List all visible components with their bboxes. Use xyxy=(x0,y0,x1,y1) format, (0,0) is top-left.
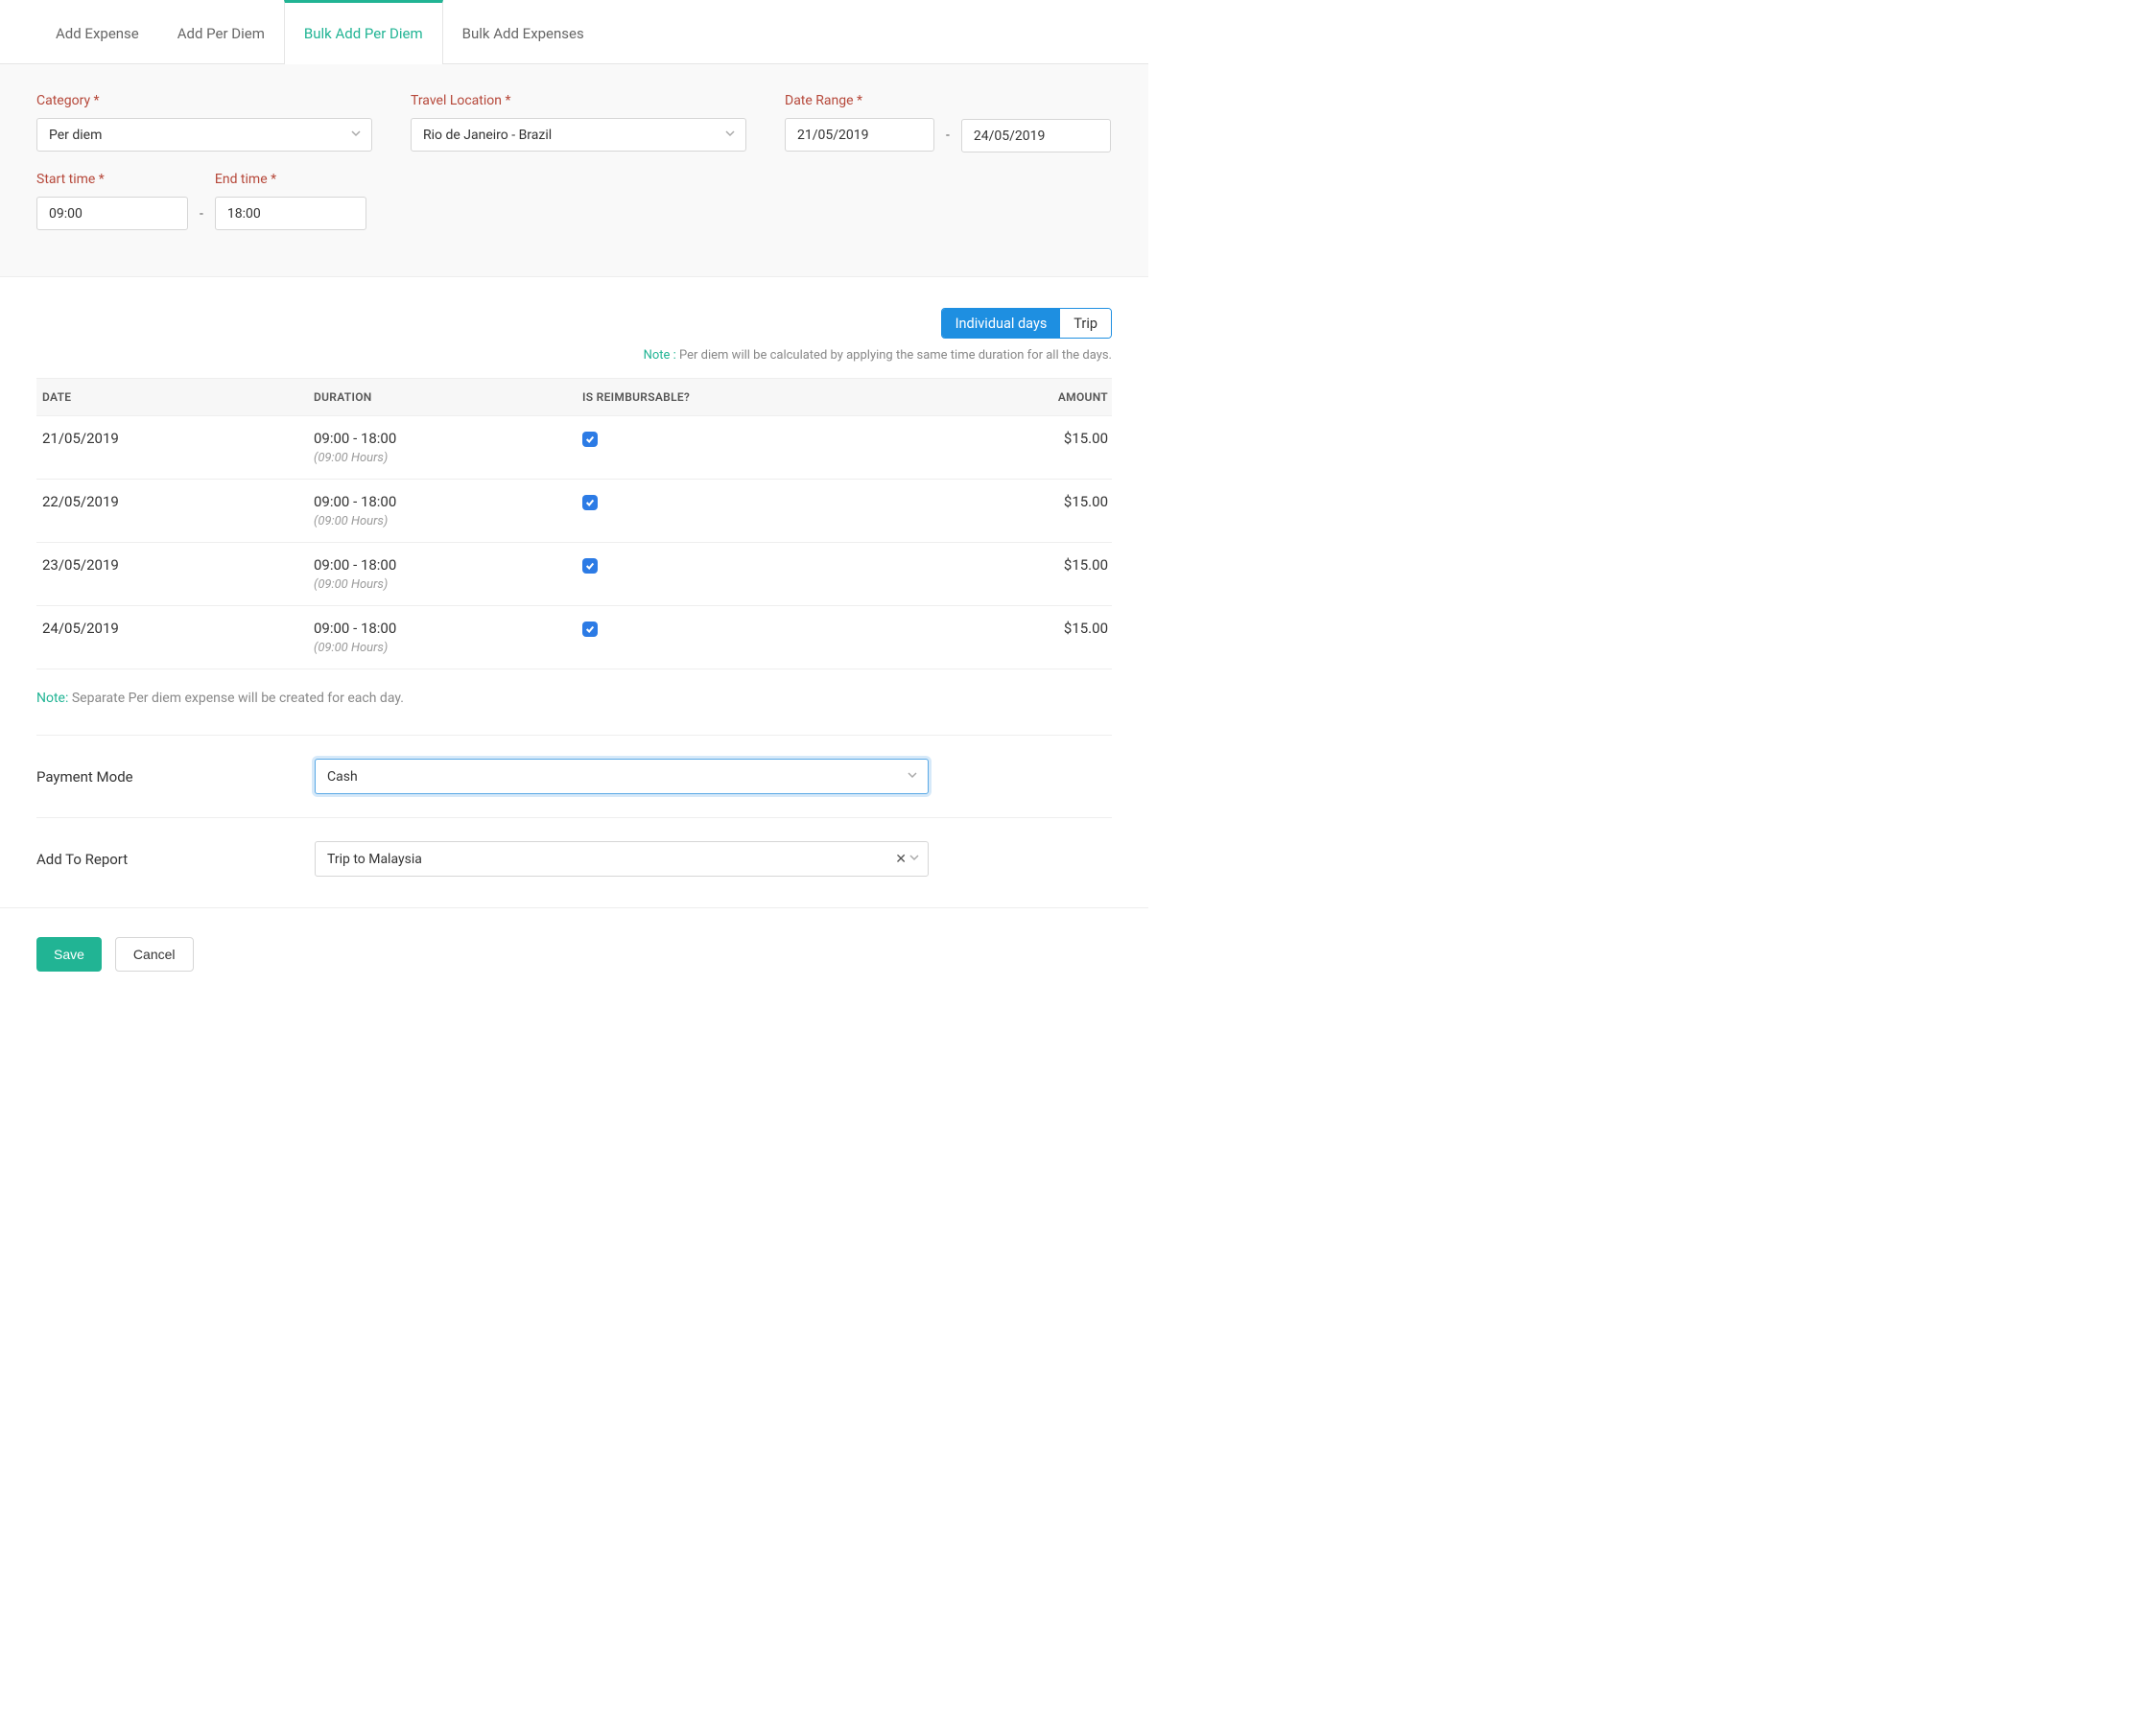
cell-date: 24/05/2019 xyxy=(36,620,308,637)
date-range-end-value: 24/05/2019 xyxy=(974,129,1046,144)
reimbursable-checkbox[interactable] xyxy=(582,495,598,510)
start-time-input[interactable]: 09:00 xyxy=(36,197,188,230)
table-row: 21/05/2019 09:00 - 18:00 (09:00 Hours) $… xyxy=(36,416,1112,480)
date-range-end-input[interactable]: 24/05/2019 xyxy=(961,119,1111,152)
form-area: Category * Per diem Travel Location * Ri… xyxy=(0,64,1148,277)
button-label: Save xyxy=(54,947,84,962)
chevron-down-icon xyxy=(907,769,918,785)
tab-label: Add Per Diem xyxy=(177,25,265,42)
actions-bar: Save Cancel xyxy=(0,907,1148,1000)
payment-mode-select[interactable]: Cash xyxy=(315,759,929,794)
cell-hours: (09:00 Hours) xyxy=(314,451,571,465)
save-button[interactable]: Save xyxy=(36,937,102,972)
add-to-report-label: Add To Report xyxy=(36,851,315,868)
cell-date: 22/05/2019 xyxy=(36,493,308,510)
note-top: Note : Per diem will be calculated by ap… xyxy=(36,348,1112,363)
add-to-report-value: Trip to Malaysia xyxy=(327,852,422,867)
category-label: Category * xyxy=(36,93,372,108)
tab-add-per-diem[interactable]: Add Per Diem xyxy=(158,0,284,63)
cancel-button[interactable]: Cancel xyxy=(115,937,194,972)
tab-label: Bulk Add Expenses xyxy=(462,25,584,42)
toggle-label: Individual days xyxy=(956,316,1048,332)
col-amount: AMOUNT xyxy=(979,390,1114,404)
table-header: DATE DURATION IS REIMBURSABLE? AMOUNT xyxy=(36,378,1112,416)
table-row: 24/05/2019 09:00 - 18:00 (09:00 Hours) $… xyxy=(36,606,1112,669)
travel-location-value: Rio de Janeiro - Brazil xyxy=(423,128,552,143)
cell-hours: (09:00 Hours) xyxy=(314,514,571,528)
view-toggle: Individual days Trip xyxy=(941,308,1112,339)
cell-amount: $15.00 xyxy=(979,556,1114,574)
category-value: Per diem xyxy=(49,128,102,143)
note-text: Separate Per diem expense will be create… xyxy=(68,691,404,706)
cell-date: 23/05/2019 xyxy=(36,556,308,574)
tab-bulk-add-per-diem[interactable]: Bulk Add Per Diem xyxy=(284,0,443,63)
table-row: 22/05/2019 09:00 - 18:00 (09:00 Hours) $… xyxy=(36,480,1112,543)
col-date: DATE xyxy=(36,390,308,404)
button-label: Cancel xyxy=(133,947,176,962)
cell-duration: 09:00 - 18:00 xyxy=(314,493,571,510)
reimbursable-checkbox[interactable] xyxy=(582,432,598,447)
toggle-trip[interactable]: Trip xyxy=(1060,309,1111,338)
reimbursable-checkbox[interactable] xyxy=(582,558,598,574)
reimbursable-checkbox[interactable] xyxy=(582,622,598,637)
range-separator: - xyxy=(944,128,952,143)
travel-location-label: Travel Location * xyxy=(411,93,746,108)
end-time-input[interactable]: 18:00 xyxy=(215,197,366,230)
toggle-individual-days[interactable]: Individual days xyxy=(942,309,1061,338)
col-duration: DURATION xyxy=(308,390,577,404)
cell-duration: 09:00 - 18:00 xyxy=(314,620,571,637)
col-reimbursable: IS REIMBURSABLE? xyxy=(577,390,979,404)
chevron-down-icon xyxy=(724,128,736,143)
cell-amount: $15.00 xyxy=(979,620,1114,637)
per-diem-table: DATE DURATION IS REIMBURSABLE? AMOUNT 21… xyxy=(36,378,1112,669)
tab-label: Bulk Add Per Diem xyxy=(304,25,423,42)
start-time-label: Start time * xyxy=(36,172,188,187)
tab-bulk-add-expenses[interactable]: Bulk Add Expenses xyxy=(443,0,603,63)
cell-amount: $15.00 xyxy=(979,493,1114,510)
cell-duration: 09:00 - 18:00 xyxy=(314,430,571,447)
chevron-down-icon xyxy=(350,128,362,143)
note-bottom: Note: Separate Per diem expense will be … xyxy=(36,691,1112,706)
cell-amount: $15.00 xyxy=(979,430,1114,447)
toggle-label: Trip xyxy=(1074,316,1097,332)
tabs-bar: Add Expense Add Per Diem Bulk Add Per Di… xyxy=(0,0,1148,64)
note-label: Note : xyxy=(644,348,679,363)
start-time-value: 09:00 xyxy=(49,206,83,222)
payment-mode-label: Payment Mode xyxy=(36,768,315,786)
date-range-label: Date Range * xyxy=(785,93,934,108)
tab-label: Add Expense xyxy=(56,25,139,42)
note-text: Per diem will be calculated by applying … xyxy=(679,348,1112,363)
chevron-down-icon xyxy=(908,852,920,867)
payment-mode-value: Cash xyxy=(327,769,358,785)
travel-location-select[interactable]: Rio de Janeiro - Brazil xyxy=(411,118,746,152)
cell-date: 21/05/2019 xyxy=(36,430,308,447)
category-select[interactable]: Per diem xyxy=(36,118,372,152)
cell-duration: 09:00 - 18:00 xyxy=(314,556,571,574)
end-time-label: End time * xyxy=(215,172,366,187)
table-row: 23/05/2019 09:00 - 18:00 (09:00 Hours) $… xyxy=(36,543,1112,606)
add-to-report-select[interactable]: Trip to Malaysia ✕ xyxy=(315,841,929,877)
tab-add-expense[interactable]: Add Expense xyxy=(36,0,158,63)
cell-hours: (09:00 Hours) xyxy=(314,577,571,592)
end-time-value: 18:00 xyxy=(227,206,261,222)
date-range-start-value: 21/05/2019 xyxy=(797,128,869,143)
time-separator: - xyxy=(198,206,205,222)
clear-icon[interactable]: ✕ xyxy=(895,852,907,867)
date-range-start-input[interactable]: 21/05/2019 xyxy=(785,118,934,152)
note-label: Note: xyxy=(36,691,68,706)
cell-hours: (09:00 Hours) xyxy=(314,641,571,655)
